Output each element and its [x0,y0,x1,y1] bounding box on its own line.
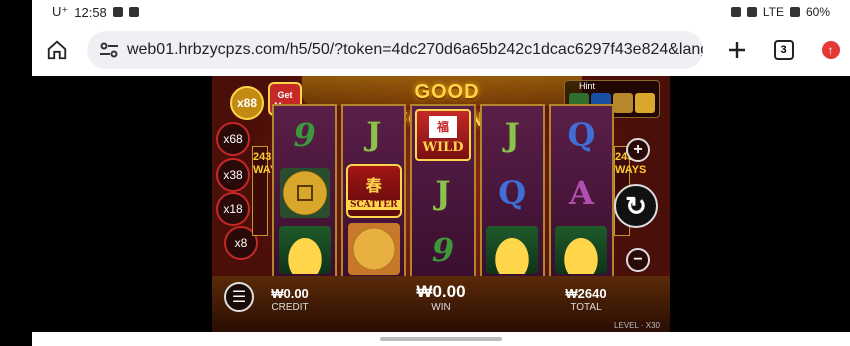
reels-grid: 9 J 春 SCATTER 福 WILD J 9 J Q Q A [272,104,615,280]
spin-button[interactable]: ↻ [614,184,658,228]
chat-icon [112,7,123,17]
symbol-a: A [568,174,594,212]
hint-symbol-emblem-icon [635,93,655,113]
hint-symbol-fan-icon [613,93,633,113]
browser-toolbar: web01.hrbzycpzs.com/h5/50/?token=4dc270d… [32,24,850,76]
update-button[interactable]: ↑ [811,30,850,70]
time-label: 12:58 [74,4,107,20]
scatter-label: SCATTER [347,199,401,210]
emblem-symbol-icon [347,223,400,276]
tab-switcher-button[interactable]: 3 [764,30,803,70]
reel-3: 福 WILD J 9 [410,104,476,280]
menu-button[interactable]: ☰ [224,282,254,312]
signal-icon [789,7,800,17]
coin-symbol-icon [279,168,330,218]
scatter-character: 春 [365,175,382,195]
multiplier-x68: x68 [216,122,250,156]
symbol-9: 9 [431,230,455,269]
ways-badge-left: 243 WAYS [252,146,284,236]
mute-icon [746,7,757,17]
symbol-q: Q [567,116,596,154]
level-indicator: LEVEL · X30 [614,321,660,330]
home-button[interactable] [38,30,77,70]
gold-ingot-symbol-icon [555,226,608,274]
url-bar[interactable]: web01.hrbzycpzs.com/h5/50/?token=4dc270d… [86,31,704,69]
bottom-panel: ☰ ₩0.00 CREDIT ₩0.00 WIN ₩2640 TOTAL LEV… [212,276,670,332]
credit-label: CREDIT [271,302,309,313]
network-label: LTE [762,5,784,19]
hint-label: Hint [579,81,596,91]
tab-count: 3 [773,40,794,60]
slot-game: GOOD FORTUNE Get More Hint x88 x68 x38 x… [212,76,670,332]
total-value: ₩2640 [565,286,607,301]
home-icon [48,40,67,60]
level-label: LEVEL [614,321,639,330]
plus-icon [728,42,745,58]
screen: U⁺ 12:58 LTE 60% web01.hrbzycpzs.com/h5/… [0,0,850,346]
reel-2: J 春 SCATTER [341,104,407,280]
reel-4: J Q [479,104,545,280]
alarm-icon [730,7,741,17]
multiplier-x88: x88 [230,86,264,120]
scatter-symbol: 春 SCATTER [345,163,402,218]
status-bar: U⁺ 12:58 LTE 60% [32,0,850,24]
symbol-j: J [435,173,451,212]
win-label: WIN [431,302,451,313]
symbol-9: 9 [293,116,316,154]
gold-ingot-symbol-icon [486,226,539,274]
multiplier-x38: x38 [216,158,250,192]
b-app-icon [128,7,139,17]
site-settings-icon[interactable] [99,42,119,58]
game-title: GOOD FORTUNE [395,81,498,131]
carrier-label: U⁺ [52,4,69,19]
reel-5: Q A [548,104,615,280]
level-value: X30 [645,321,660,330]
url-text: web01.hrbzycpzs.com/h5/50/?token=4dc270d… [126,41,704,58]
total-label: TOTAL [570,302,602,313]
symbol-j: J [504,116,520,154]
gesture-handle[interactable] [380,337,502,341]
symbol-j: J [366,114,382,153]
wild-label: WILD [422,139,464,155]
win-value: ₩0.00 [416,282,466,301]
gold-ingot-symbol-icon [278,226,331,274]
credit-value: ₩0.00 [271,286,309,301]
wild-symbol: 福 WILD [415,109,471,162]
update-icon: ↑ [821,41,840,59]
new-tab-button[interactable] [717,30,756,70]
multiplier-x18: x18 [216,192,250,226]
reel-1: 9 [272,104,338,280]
battery-label: 60% [805,5,830,19]
bet-increase-button[interactable]: + [626,138,650,162]
fortune-character: 福 [429,115,457,138]
symbol-q: Q [498,174,527,212]
bet-decrease-button[interactable]: − [626,248,650,272]
